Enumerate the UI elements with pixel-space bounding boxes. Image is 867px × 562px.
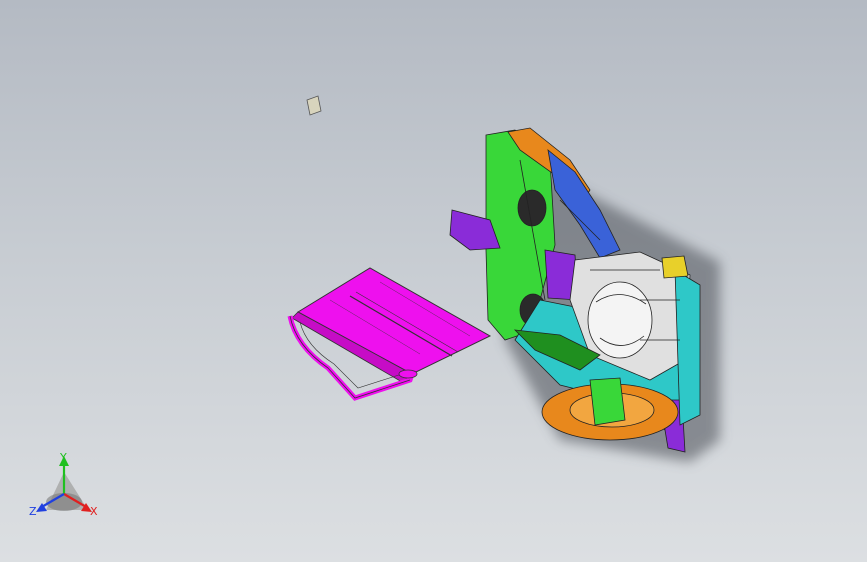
small-square-part[interactable]: [306, 95, 322, 116]
hood-panel-part[interactable]: [287, 267, 492, 401]
coordinate-triad: Y X Z: [29, 451, 98, 518]
z-axis-label: Z: [29, 505, 37, 518]
x-axis-label: X: [90, 505, 98, 518]
cad-viewport[interactable]: Y X Z: [0, 0, 867, 562]
body-assembly-part[interactable]: [449, 127, 701, 453]
y-axis-label: Y: [59, 451, 67, 464]
